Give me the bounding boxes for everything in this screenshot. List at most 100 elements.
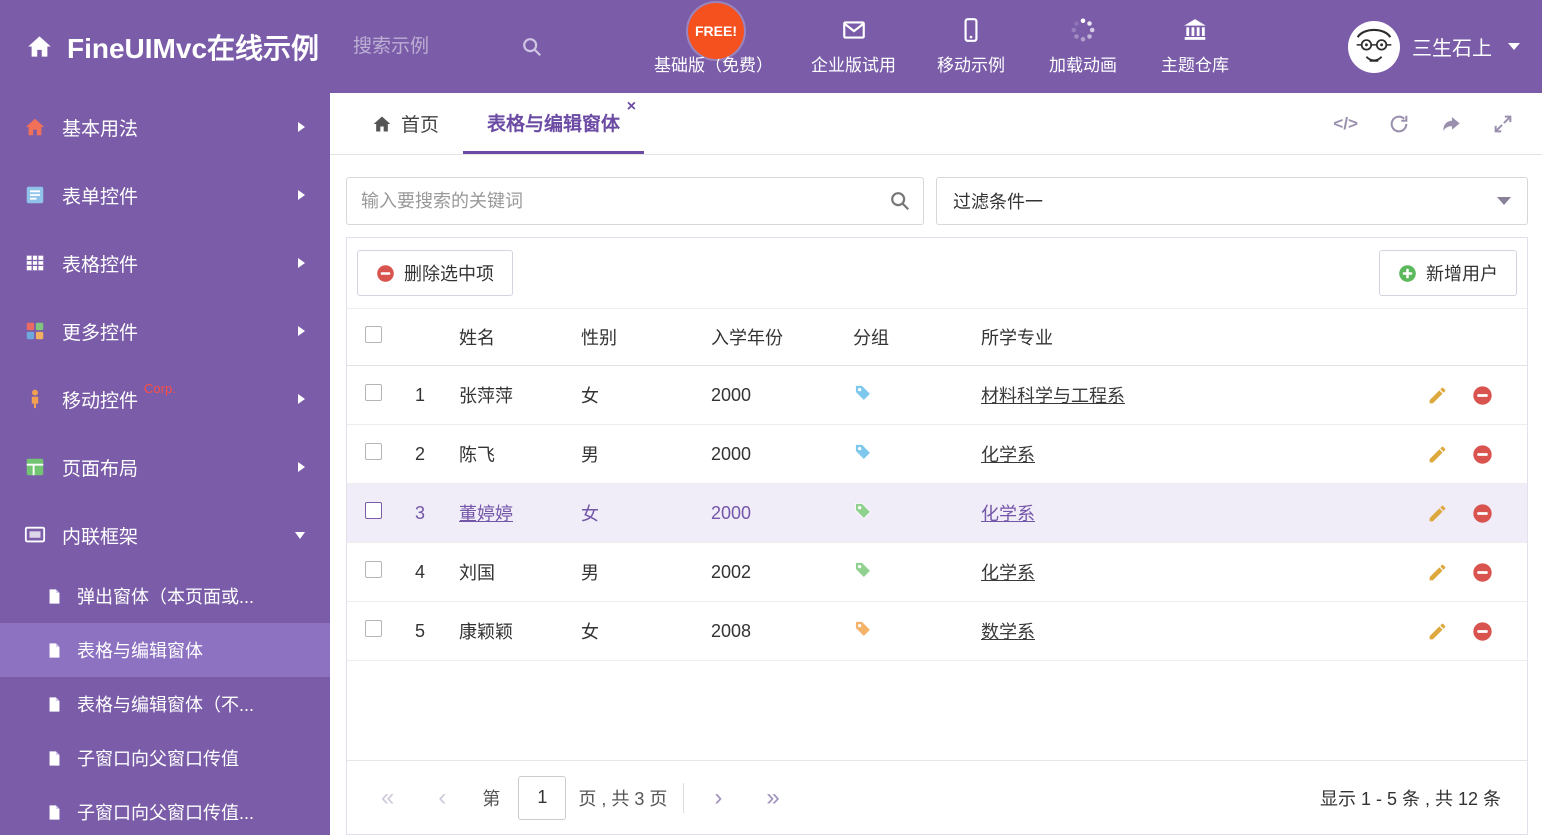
source-code-icon[interactable]: </> [1333, 114, 1358, 134]
major-link[interactable]: 材料科学与工程系 [981, 386, 1125, 406]
sidebar-subitem-grid-edit-window[interactable]: 表格与编辑窗体 [0, 623, 330, 677]
sidebar-item-mobile-controls[interactable]: 移动控件 Corp. [0, 365, 330, 433]
nav-loading-animation[interactable]: 加载动画 [1033, 17, 1133, 76]
col-header-group: 分组 [843, 308, 971, 366]
next-page-button[interactable]: › [706, 785, 730, 810]
edit-icon[interactable] [1427, 503, 1448, 524]
nav-theme-store[interactable]: 主题仓库 [1145, 17, 1245, 76]
page-number-input[interactable] [518, 775, 567, 820]
tab-home[interactable]: 首页 [348, 93, 463, 154]
row-checkbox[interactable] [365, 384, 382, 401]
fullscreen-icon[interactable] [1492, 113, 1514, 135]
header-search-input[interactable] [353, 35, 522, 58]
cell-gender: 男 [571, 542, 701, 602]
search-icon[interactable] [521, 36, 543, 58]
cell-year: 2000 [701, 365, 843, 425]
filter-dropdown[interactable]: 过滤条件一 [936, 177, 1528, 225]
table-row[interactable]: 5 康颖颖 女 2008 数学系 [347, 601, 1527, 661]
first-page-button[interactable]: « [373, 785, 402, 810]
cell-gender: 女 [571, 483, 701, 543]
row-checkbox[interactable] [365, 443, 382, 460]
sidebar-subitem-popup-window[interactable]: 弹出窗体（本页面或... [0, 569, 330, 623]
home-icon[interactable] [26, 33, 53, 60]
add-user-button[interactable]: 新增用户 [1379, 250, 1517, 296]
cell-name: 康颖颖 [449, 601, 571, 661]
keyword-search-input[interactable] [346, 177, 924, 225]
delete-row-icon[interactable] [1472, 385, 1493, 406]
cell-year: 2000 [701, 483, 843, 543]
row-index: 2 [405, 424, 449, 484]
sidebar-item-page-layout[interactable]: 页面布局 [0, 433, 330, 501]
table-row[interactable]: 2 陈飞 男 2000 化学系 [347, 424, 1527, 484]
major-link[interactable]: 化学系 [981, 504, 1035, 524]
page-suffix: 页 , 共 3 页 [578, 788, 668, 809]
main-area: 首页 表格与编辑窗体 × </> 输入要搜索的关键词 过滤条件一 删除选中项 新… [330, 93, 1542, 835]
select-all-checkbox[interactable] [365, 326, 382, 343]
sidebar-item-grid-controls[interactable]: 表格控件 [0, 229, 330, 297]
mobile-icon [958, 17, 984, 43]
delete-selected-button[interactable]: 删除选中项 [357, 250, 513, 296]
cell-name: 刘国 [449, 542, 571, 602]
chevron-down-icon [294, 531, 306, 540]
file-icon [46, 695, 63, 714]
close-icon[interactable]: × [627, 99, 636, 115]
row-checkbox[interactable] [365, 620, 382, 637]
tag-icon [853, 560, 873, 580]
edit-icon[interactable] [1427, 385, 1448, 406]
table-row[interactable]: 4 刘国 男 2002 化学系 [347, 542, 1527, 602]
prev-page-button[interactable]: ‹ [430, 785, 454, 810]
sidebar-item-iframe[interactable]: 内联框架 [0, 501, 330, 569]
major-link[interactable]: 数学系 [981, 622, 1035, 642]
delete-row-icon[interactable] [1472, 562, 1493, 583]
cell-year: 2008 [701, 601, 843, 661]
page-prefix: 第 [482, 788, 501, 809]
chevron-right-icon [297, 393, 306, 405]
bank-icon [1182, 17, 1208, 43]
table-header-row: 姓名 性别 入学年份 分组 所学专业 [347, 308, 1527, 366]
sidebar-subitem-child-to-parent[interactable]: 子窗口向父窗口传值 [0, 731, 330, 785]
row-checkbox[interactable] [365, 502, 382, 519]
filter-dropdown-value: 过滤条件一 [953, 192, 1043, 212]
chevron-right-icon [297, 121, 306, 133]
home-icon [372, 114, 392, 134]
open-in-new-icon[interactable] [1440, 113, 1462, 135]
nav-enterprise-trial[interactable]: 企业版试用 [798, 17, 909, 76]
nav-mobile-demo[interactable]: 移动示例 [921, 17, 1021, 76]
cell-gender: 女 [571, 365, 701, 425]
chevron-right-icon [297, 257, 306, 269]
edit-icon[interactable] [1427, 444, 1448, 465]
edit-icon[interactable] [1427, 562, 1448, 583]
tag-icon [853, 383, 873, 403]
delete-row-icon[interactable] [1472, 444, 1493, 465]
sidebar-item-more-controls[interactable]: 更多控件 [0, 297, 330, 365]
sidebar-subitem-grid-edit-window-alt[interactable]: 表格与编辑窗体（不... [0, 677, 330, 731]
user-name: 三生石上 [1412, 38, 1492, 60]
delete-row-icon[interactable] [1472, 621, 1493, 642]
major-link[interactable]: 化学系 [981, 563, 1035, 583]
chevron-right-icon [297, 325, 306, 337]
tag-icon [853, 442, 873, 462]
tab-grid-edit-window[interactable]: 表格与编辑窗体 × [463, 93, 645, 154]
edit-icon[interactable] [1427, 621, 1448, 642]
search-icon[interactable] [889, 190, 911, 212]
plus-circle-icon [1398, 264, 1417, 283]
file-icon [46, 749, 63, 768]
header-search [353, 35, 571, 58]
major-link[interactable]: 化学系 [981, 445, 1035, 465]
table-row[interactable]: 1 张萍萍 女 2000 材料科学与工程系 [347, 365, 1527, 425]
user-menu[interactable]: 三生石上 [1348, 20, 1520, 73]
delete-row-icon[interactable] [1472, 503, 1493, 524]
col-header-year: 入学年份 [701, 308, 843, 366]
cell-name: 张萍萍 [449, 365, 571, 425]
app-title: FineUIMvc在线示例 [67, 32, 320, 64]
table-row-selected[interactable]: 3 董婷婷 女 2000 化学系 [347, 483, 1527, 543]
last-page-button[interactable]: » [758, 785, 787, 810]
form-icon [24, 184, 46, 206]
row-checkbox[interactable] [365, 561, 382, 578]
sidebar-subitem-child-to-parent-alt[interactable]: 子窗口向父窗口传值... [0, 785, 330, 835]
refresh-icon[interactable] [1388, 113, 1410, 135]
sidebar-item-form-controls[interactable]: 表单控件 [0, 161, 330, 229]
sidebar-item-basic-usage[interactable]: 基本用法 [0, 93, 330, 161]
avatar [1348, 20, 1400, 73]
tag-icon [853, 501, 873, 521]
